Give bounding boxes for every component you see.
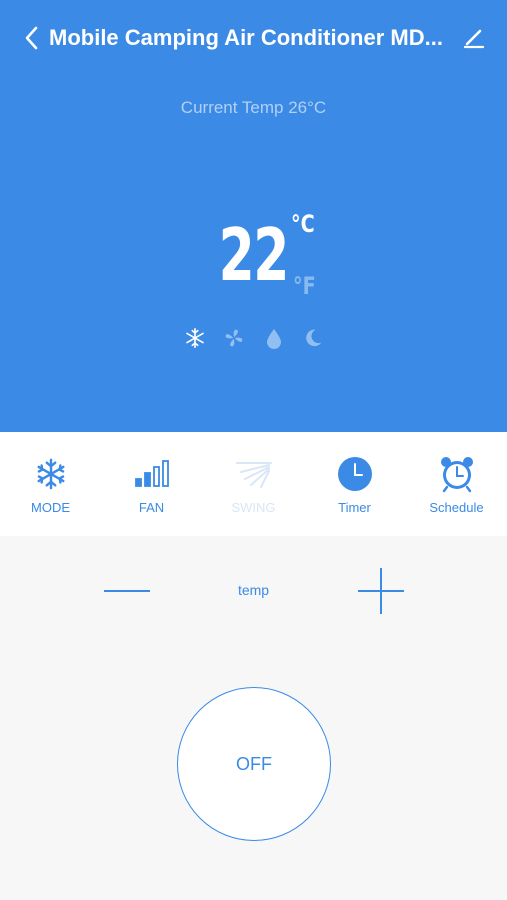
schedule-label: Schedule	[429, 500, 484, 515]
temp-increase-button[interactable]	[354, 564, 408, 618]
temp-decrease-button[interactable]	[100, 568, 154, 616]
timer-label: Timer	[338, 500, 371, 515]
temp-control: temp	[0, 560, 507, 624]
power-label: OFF	[236, 753, 272, 774]
set-temp-value: 22	[218, 213, 290, 297]
mode-indicators	[0, 326, 507, 352]
fan-label: FAN	[138, 500, 165, 515]
alarm-clock-icon	[440, 457, 473, 493]
moon-icon	[301, 326, 325, 350]
swing-label: SWING	[231, 500, 276, 515]
swing-icon	[235, 462, 272, 488]
clock-icon	[337, 457, 372, 491]
current-temp-readout: Current Temp 26°C	[180, 98, 327, 117]
app-header: Mobile Camping Air Conditioner MD...	[0, 0, 507, 76]
power-button[interactable]: OFF	[177, 687, 331, 841]
fan-button[interactable]: FAN	[101, 432, 202, 536]
mode-button[interactable]: MODE	[0, 432, 101, 536]
fan-speed-icon	[134, 460, 169, 487]
snowflake-icon	[183, 326, 207, 350]
back-button[interactable]	[18, 24, 44, 52]
mode-label: MODE	[31, 500, 70, 515]
function-toolbar: MODE FAN SWING Timer Schedule	[0, 432, 507, 536]
unit-fahrenheit[interactable]: °F	[293, 272, 316, 300]
swing-button[interactable]: SWING	[203, 432, 304, 536]
fan-icon	[222, 326, 246, 350]
droplet-icon	[262, 326, 286, 350]
temp-label: temp	[237, 582, 270, 598]
page-title: Mobile Camping Air Conditioner MD...	[49, 25, 443, 50]
set-temperature: 22 °C °F	[0, 200, 507, 310]
schedule-button[interactable]: Schedule	[406, 432, 507, 536]
snowflake-icon	[36, 458, 65, 490]
pencil-icon	[463, 29, 485, 49]
chevron-left-icon	[25, 26, 38, 50]
edit-button[interactable]	[460, 24, 488, 52]
unit-celsius[interactable]: °C	[291, 210, 315, 238]
status-panel: Mobile Camping Air Conditioner MD... Cur…	[0, 0, 507, 432]
timer-button[interactable]: Timer	[304, 432, 405, 536]
